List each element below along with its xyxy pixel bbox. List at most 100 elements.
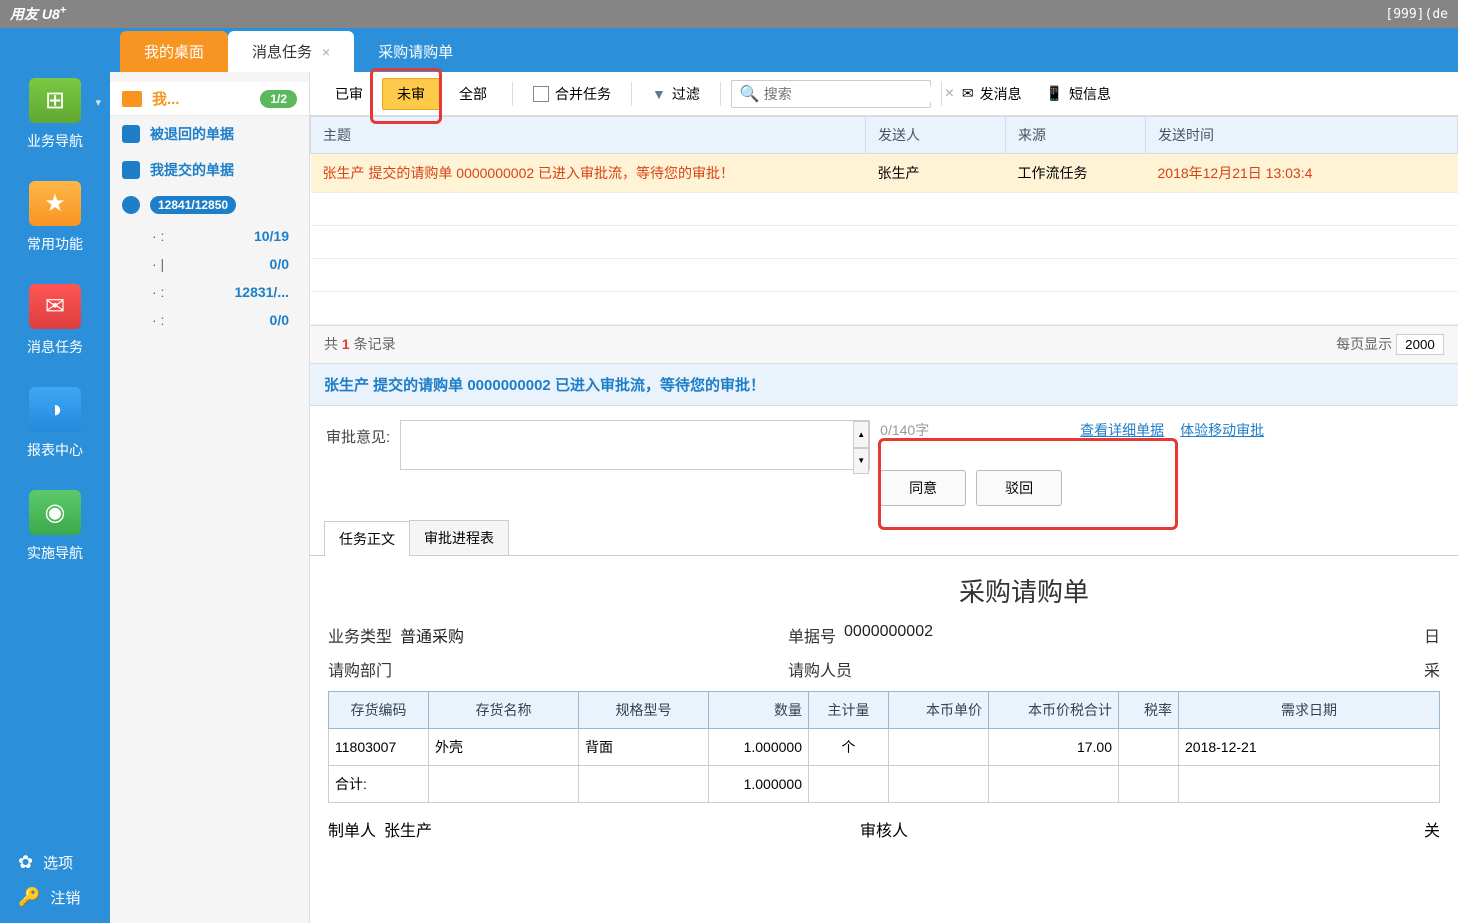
sidebar2-sub[interactable]: · :10/19 (110, 222, 309, 250)
sidebar-item-biz-nav[interactable]: ⊞ 业务导航 ▾ (27, 78, 83, 151)
logout-label: 注销 (50, 887, 80, 908)
agree-button[interactable]: 同意 (880, 470, 966, 506)
field-label: 单据号 (788, 623, 836, 647)
filter-button[interactable]: ▼ 过滤 (642, 80, 710, 108)
dt-amt: 17.00 (989, 729, 1119, 766)
merge-label: 合并任务 (555, 84, 611, 104)
toolbar: 已审 未审 全部 合并任务 ▼ 过滤 🔍 (310, 72, 1458, 116)
tab-message-task[interactable]: 消息任务 × (228, 31, 354, 72)
sidebar-logout[interactable]: 🔑 注销 (18, 887, 110, 908)
dt-col-name: 存货名称 (429, 692, 579, 729)
doc-title: 采购请购单 (608, 572, 1440, 609)
approval-area: 审批意见: ▲ ▼ 0/140字 同意 驳回 (310, 406, 1458, 520)
search-box: 🔍 × (731, 80, 931, 108)
main-sidebar: ⊞ 业务导航 ▾ ★ 常用功能 ✉ 消息任务 ◑ 报表中心 ◉ 实施导航 (0, 28, 110, 923)
opinion-textarea[interactable] (400, 420, 870, 470)
filter-all[interactable]: 全部 (444, 78, 502, 110)
sidebar-item-report[interactable]: ◑ 报表中心 (27, 387, 83, 460)
folder-label: 我... (152, 88, 250, 109)
mobile-approval-link[interactable]: 体验移动审批 (1180, 420, 1264, 440)
mail-icon: ✉ (29, 284, 81, 329)
sidebar2-returned[interactable]: 被退回的单据 (110, 116, 309, 152)
auditor-label: 审核人 (860, 817, 908, 841)
folder-header[interactable]: 我... 1/2 (110, 82, 309, 116)
table-row[interactable]: 张生产 提交的请购单 0000000002 已进入审批流，等待您的审批！ 张生产… (311, 154, 1458, 193)
opinion-label: 审批意见: (326, 420, 390, 447)
merge-task-button[interactable]: 合并任务 (523, 80, 621, 108)
dt-col-spec: 规格型号 (579, 692, 709, 729)
dt-qty: 1.000000 (709, 729, 809, 766)
sms-label: 短信息 (1069, 84, 1111, 104)
sidebar-label: 实施导航 (27, 543, 83, 563)
sidebar2-sub[interactable]: · :12831/... (110, 278, 309, 306)
separator (941, 82, 942, 106)
dt-name: 外壳 (429, 729, 579, 766)
textarea-spinners: ▲ ▼ (853, 421, 869, 474)
sidebar-options[interactable]: ✿ 选项 (18, 852, 110, 873)
sendmsg-label: 发消息 (980, 84, 1022, 104)
dt-code: 11803007 (329, 729, 429, 766)
dt-total-row: 合计: 1.000000 (329, 766, 1440, 803)
report-icon: ◑ (29, 387, 81, 432)
dt-total-qty: 1.000000 (709, 766, 809, 803)
table-row-empty (311, 292, 1458, 325)
doc-footer: 制单人张生产 审核人 关 (328, 817, 1440, 841)
filter-approved[interactable]: 已审 (320, 78, 378, 110)
dt-spec: 背面 (579, 729, 709, 766)
col-source[interactable]: 来源 (1006, 117, 1146, 154)
table-row-empty (311, 226, 1458, 259)
separator (512, 82, 513, 106)
spin-up[interactable]: ▲ (853, 421, 869, 448)
spin-down[interactable]: ▼ (853, 448, 869, 475)
secondary-sidebar: 我... 1/2 被退回的单据 我提交的单据 12841/12850 · :10… (110, 72, 310, 923)
sidebar2-sub[interactable]: · :0/0 (110, 306, 309, 334)
maker-value: 张生产 (384, 817, 432, 841)
sidebar-item-msg[interactable]: ✉ 消息任务 (27, 284, 83, 357)
field-label: 请购人员 (788, 657, 852, 681)
sidebar2-submitted[interactable]: 我提交的单据 (110, 152, 309, 188)
view-detail-link[interactable]: 查看详细单据 (1080, 420, 1164, 440)
dt-row[interactable]: 11803007 外壳 背面 1.000000 个 17.00 2018-12-… (329, 729, 1440, 766)
tab-desktop[interactable]: 我的桌面 (120, 31, 228, 72)
sidebar-label: 报表中心 (27, 440, 83, 460)
close-icon[interactable]: × (322, 44, 330, 60)
col-sent[interactable]: 发送时间 (1146, 117, 1458, 154)
sms-button[interactable]: 📱 短信息 (1036, 80, 1121, 108)
sidebar-item-impl[interactable]: ◉ 实施导航 (27, 490, 83, 563)
field-label: 业务类型 (328, 623, 392, 647)
return-icon (122, 125, 140, 143)
tab-task-body[interactable]: 任务正文 (324, 521, 410, 556)
tab-progress[interactable]: 审批进程表 (409, 520, 509, 555)
pgsize-input[interactable] (1396, 334, 1444, 355)
col-subject[interactable]: 主题 (311, 117, 866, 154)
field-label: 采 (1424, 657, 1440, 681)
reject-button[interactable]: 驳回 (976, 470, 1062, 506)
sidebar2-sub[interactable]: · |0/0 (110, 250, 309, 278)
page-size: 每页显示 (1336, 334, 1444, 355)
filter-pending[interactable]: 未审 (382, 78, 440, 110)
record-count: 共 1 条记录 (324, 334, 396, 355)
pager: 共 1 条记录 每页显示 (310, 325, 1458, 364)
detail-table: 存货编码 存货名称 规格型号 数量 主计量 本币单价 本币价税合计 税率 需求日… (328, 691, 1440, 803)
field-value: 0000000002 (844, 623, 933, 647)
envelope-icon: ✉ (962, 85, 974, 102)
char-count: 0/140字 (880, 420, 1062, 440)
top-tabs: 我的桌面 消息任务 × 采购请购单 (110, 28, 1458, 72)
search-input[interactable] (764, 86, 945, 102)
field-label: 请购部门 (328, 657, 392, 681)
table-row-empty (311, 259, 1458, 292)
submit-icon (122, 161, 140, 179)
chat-badge: 12841/12850 (150, 196, 236, 214)
compass-icon: ◉ (29, 490, 81, 535)
sidebar2-chat[interactable]: 12841/12850 (110, 188, 309, 222)
search-icon: 🔍 (740, 84, 760, 104)
dt-reqdate: 2018-12-21 (1179, 729, 1440, 766)
tab-purchase-req[interactable]: 采购请购单 (354, 31, 477, 72)
field-value: 普通采购 (400, 623, 464, 647)
send-msg-button[interactable]: ✉ 发消息 (952, 80, 1032, 108)
cell-sender: 张生产 (866, 154, 1006, 193)
tab-label: 消息任务 (252, 41, 312, 62)
sidebar-item-common[interactable]: ★ 常用功能 (27, 181, 83, 254)
dt-col-unit: 主计量 (809, 692, 889, 729)
col-sender[interactable]: 发送人 (866, 117, 1006, 154)
